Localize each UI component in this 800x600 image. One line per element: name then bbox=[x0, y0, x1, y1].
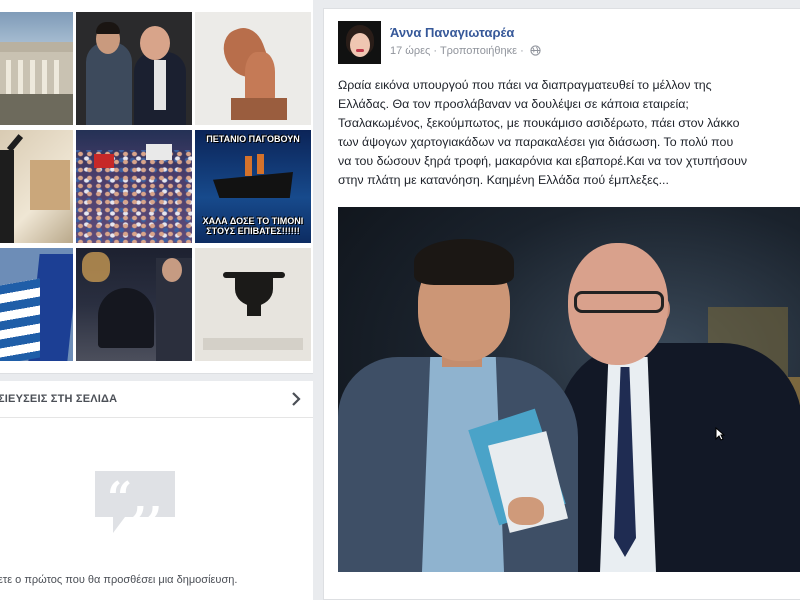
meta-separator: · bbox=[520, 45, 524, 57]
meme-bottom-text: ΧΑΛΑ ΔΟΣΕ ΤΟ ΤΙΜΟΝΙ ΣΤΟΥΣ ΕΠΙΒΑΤΕΣ!!!!!! bbox=[202, 216, 304, 236]
post-text-line: να του δώσουν ξηρά τροφή, μακαρόνια και … bbox=[338, 154, 748, 168]
photo-thumb-statue[interactable] bbox=[195, 12, 311, 125]
photo-thumb-two-men[interactable] bbox=[76, 12, 192, 125]
photo-thumb-silhouette[interactable] bbox=[0, 130, 73, 243]
post-text-line: Ελλάδας. Θα τον προσλάβαναν να δουλέψει … bbox=[338, 97, 689, 111]
visitor-posts-header[interactable]: ΣΙΕΥΣΕΙΣ ΣΤΗ ΣΕΛΙΔΑ bbox=[0, 381, 313, 418]
quote-bubble-icon: “,, bbox=[95, 471, 175, 533]
post-timestamp-link[interactable]: 17 ώρες bbox=[390, 45, 430, 57]
post-text-line: Τσαλακωμένος, ξεκούμπωτος, με πουκάμισο … bbox=[338, 116, 740, 130]
visitor-posts-title: ΣΙΕΥΣΕΙΣ ΣΤΗ ΣΕΛΙΔΑ bbox=[0, 393, 118, 405]
post-text-line: Ωραία εικόνα υπουργού που πάει να διαπρα… bbox=[338, 78, 712, 92]
meta-separator: · bbox=[433, 45, 438, 57]
photo-grid: ΠΕΤΑΝΙΟ ΠΑΓΟΒΟΥΝ ΧΑΛΑ ΔΟΣΕ ΤΟ ΤΙΜΟΝΙ ΣΤΟ… bbox=[0, 12, 311, 361]
photo-thumb-titanic-meme[interactable]: ΠΕΤΑΝΙΟ ΠΑΓΟΒΟΥΝ ΧΑΛΑ ΔΟΣΕ ΤΟ ΤΙΜΟΝΙ ΣΤΟ… bbox=[195, 130, 311, 243]
photo-thumb-vase[interactable] bbox=[195, 248, 311, 361]
photo-thumb-crowd[interactable] bbox=[76, 130, 192, 243]
photo-thumb-man-bending[interactable] bbox=[76, 248, 192, 361]
avatar[interactable] bbox=[338, 21, 381, 64]
post-text-line: στην πλάτη με κατανόηση. Καημένη Ελλάδα … bbox=[338, 173, 669, 187]
globe-icon[interactable] bbox=[530, 45, 541, 56]
post-photo[interactable] bbox=[338, 207, 800, 572]
post-author-link[interactable]: Άννα Παναγιωταρέα bbox=[390, 25, 514, 40]
photo-thumb-flags[interactable] bbox=[0, 248, 73, 361]
post-card: Άννα Παναγιωταρέα 17 ώρες · Τροποποιήθηκ… bbox=[323, 8, 800, 600]
post-meta: 17 ώρες · Τροποποιήθηκε · bbox=[390, 45, 541, 57]
post-text: Ωραία εικόνα υπουργού που πάει να διαπρα… bbox=[338, 76, 800, 190]
photo-thumb-building[interactable] bbox=[0, 12, 73, 125]
empty-state-text: ίνετε ο πρώτος που θα προσθέσει μια δημο… bbox=[0, 574, 238, 586]
mouse-cursor-icon bbox=[715, 427, 725, 441]
meme-top-text: ΠΕΤΑΝΙΟ ΠΑΓΟΒΟΥΝ bbox=[206, 134, 300, 144]
post-text-line: των άψογων χαρτογιακάδων να παρακαλέσει … bbox=[338, 135, 734, 149]
svg-text:“,,: “,, bbox=[107, 473, 163, 524]
edited-link[interactable]: Τροποποιήθηκε bbox=[440, 45, 517, 57]
photos-card: ΠΕΤΑΝΙΟ ΠΑΓΟΒΟΥΝ ΧΑΛΑ ΔΟΣΕ ΤΟ ΤΙΜΟΝΙ ΣΤΟ… bbox=[0, 0, 313, 374]
chevron-right-icon[interactable] bbox=[290, 391, 302, 407]
left-column: ΠΕΤΑΝΙΟ ΠΑΓΟΒΟΥΝ ΧΑΛΑ ΔΟΣΕ ΤΟ ΤΙΜΟΝΙ ΣΤΟ… bbox=[0, 0, 313, 600]
visitor-posts-card: ΣΙΕΥΣΕΙΣ ΣΤΗ ΣΕΛΙΔΑ “,, ίνετε ο πρώτος π… bbox=[0, 381, 313, 600]
